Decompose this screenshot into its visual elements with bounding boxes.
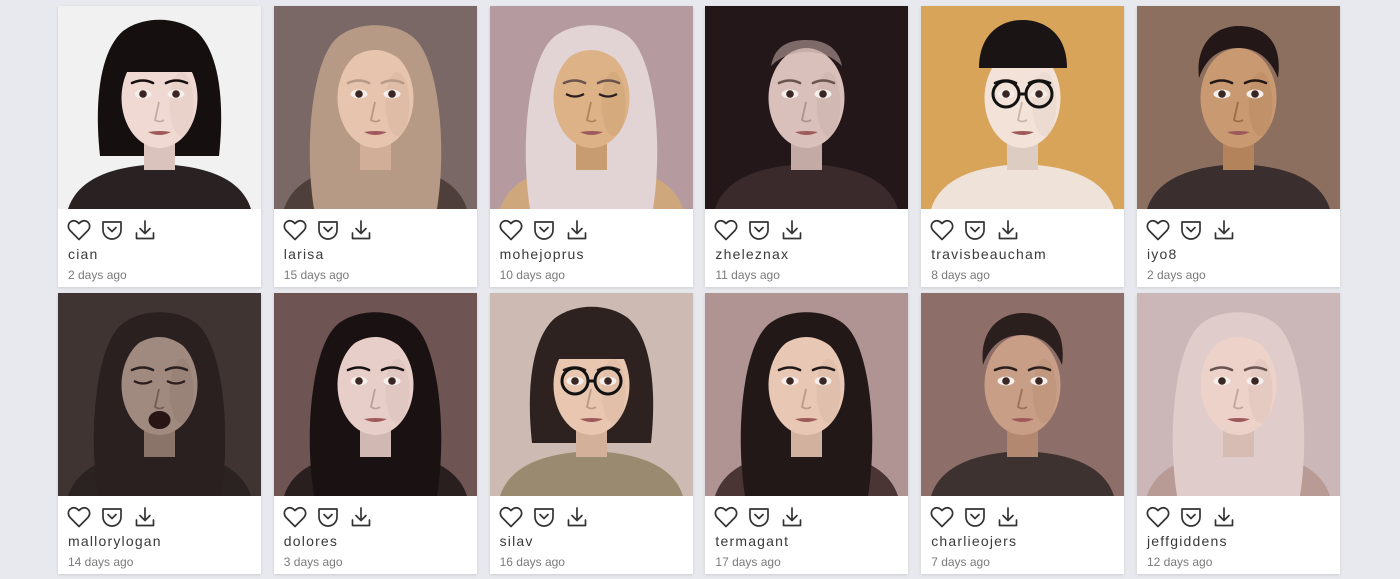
username[interactable]: cian	[58, 246, 261, 262]
username[interactable]: charlieojers	[921, 533, 1124, 549]
card-actions	[1137, 209, 1340, 251]
pocket-icon[interactable]	[316, 505, 340, 529]
download-icon[interactable]	[565, 218, 589, 242]
pocket-icon[interactable]	[747, 505, 771, 529]
download-icon[interactable]	[1212, 505, 1236, 529]
card-actions	[921, 209, 1124, 251]
heart-icon[interactable]	[283, 505, 307, 529]
portrait-image[interactable]	[273, 293, 477, 496]
heart-icon[interactable]	[714, 505, 738, 529]
portrait-card[interactable]: charlieojers 7 days ago	[921, 293, 1125, 574]
posted-time: 8 days ago	[931, 268, 990, 282]
portrait-image[interactable]	[273, 6, 477, 209]
posted-time: 14 days ago	[68, 555, 134, 569]
portrait-card[interactable]: iyo8 2 days ago	[1136, 6, 1340, 287]
posted-time: 17 days ago	[715, 555, 781, 569]
username[interactable]: jeffgiddens	[1137, 533, 1340, 549]
download-icon[interactable]	[996, 218, 1020, 242]
username[interactable]: silav	[490, 533, 693, 549]
pocket-icon[interactable]	[963, 505, 987, 529]
portrait-image[interactable]	[921, 6, 1125, 209]
portrait-card[interactable]: larisa 15 days ago	[273, 6, 477, 287]
download-icon[interactable]	[780, 218, 804, 242]
username[interactable]: travisbeaucham	[921, 246, 1124, 262]
download-icon[interactable]	[133, 218, 157, 242]
download-icon[interactable]	[1212, 218, 1236, 242]
portrait-image[interactable]	[58, 6, 261, 209]
username[interactable]: larisa	[274, 246, 477, 262]
card-actions	[705, 496, 908, 538]
posted-time: 10 days ago	[499, 268, 565, 282]
pocket-icon[interactable]	[100, 218, 124, 242]
portrait-image[interactable]	[489, 6, 693, 209]
portrait-card[interactable]: dolores 3 days ago	[273, 293, 477, 574]
username[interactable]: iyo8	[1137, 246, 1340, 262]
card-actions	[274, 209, 477, 251]
card-actions	[921, 496, 1124, 538]
download-icon[interactable]	[133, 505, 157, 529]
pocket-icon[interactable]	[532, 505, 556, 529]
heart-icon[interactable]	[1146, 505, 1170, 529]
heart-icon[interactable]	[930, 505, 954, 529]
pocket-icon[interactable]	[747, 218, 771, 242]
portrait-image[interactable]	[921, 293, 1125, 496]
download-icon[interactable]	[780, 505, 804, 529]
heart-icon[interactable]	[283, 218, 307, 242]
heart-icon[interactable]	[67, 505, 91, 529]
card-actions	[705, 209, 908, 251]
pocket-icon[interactable]	[1179, 505, 1203, 529]
posted-time: 15 days ago	[283, 268, 350, 282]
username[interactable]: termagant	[705, 533, 908, 549]
heart-icon[interactable]	[1146, 218, 1170, 242]
download-icon[interactable]	[565, 505, 589, 529]
heart-icon[interactable]	[930, 218, 954, 242]
heart-icon[interactable]	[499, 505, 523, 529]
username[interactable]: mohejoprus	[490, 246, 693, 262]
portrait-image[interactable]	[1136, 293, 1340, 496]
portrait-image[interactable]	[705, 293, 909, 496]
card-actions	[58, 496, 261, 538]
portrait-image[interactable]	[489, 293, 693, 496]
card-actions	[490, 209, 693, 251]
card-actions	[1137, 496, 1340, 538]
portrait-image[interactable]	[58, 293, 261, 496]
pocket-icon[interactable]	[1179, 218, 1203, 242]
portrait-gallery: cian 2 days ago larisa 15 days ago mohejopru…	[58, 6, 1340, 574]
heart-icon[interactable]	[499, 218, 523, 242]
posted-time: 2 days ago	[68, 268, 127, 282]
username[interactable]: dolores	[274, 533, 477, 549]
card-actions	[490, 496, 693, 538]
download-icon[interactable]	[996, 505, 1020, 529]
portrait-card[interactable]: silav 16 days ago	[489, 293, 693, 574]
username[interactable]: mallorylogan	[58, 533, 261, 549]
pocket-icon[interactable]	[316, 218, 340, 242]
pocket-icon[interactable]	[963, 218, 987, 242]
posted-time: 3 days ago	[283, 555, 343, 569]
card-actions	[58, 209, 261, 251]
heart-icon[interactable]	[714, 218, 738, 242]
portrait-card[interactable]: travisbeaucham 8 days ago	[921, 6, 1125, 287]
portrait-card[interactable]: termagant 17 days ago	[705, 293, 909, 574]
posted-time: 2 days ago	[1146, 268, 1206, 282]
posted-time: 16 days ago	[499, 555, 565, 569]
posted-time: 7 days ago	[931, 555, 990, 569]
portrait-image[interactable]	[705, 6, 909, 209]
pocket-icon[interactable]	[532, 218, 556, 242]
portrait-card[interactable]: mohejoprus 10 days ago	[489, 6, 693, 287]
heart-icon[interactable]	[67, 218, 91, 242]
portrait-image[interactable]	[1136, 6, 1340, 209]
username[interactable]: zheleznax	[705, 246, 908, 262]
card-actions	[274, 496, 477, 538]
portrait-card[interactable]: jeffgiddens 12 days ago	[1136, 293, 1340, 574]
portrait-card[interactable]: mallorylogan 14 days ago	[58, 293, 261, 574]
pocket-icon[interactable]	[100, 505, 124, 529]
download-icon[interactable]	[349, 218, 373, 242]
posted-time: 11 days ago	[715, 268, 780, 282]
portrait-card[interactable]: cian 2 days ago	[58, 6, 261, 287]
download-icon[interactable]	[349, 505, 373, 529]
portrait-card[interactable]: zheleznax 11 days ago	[705, 6, 909, 287]
posted-time: 12 days ago	[1146, 555, 1213, 569]
